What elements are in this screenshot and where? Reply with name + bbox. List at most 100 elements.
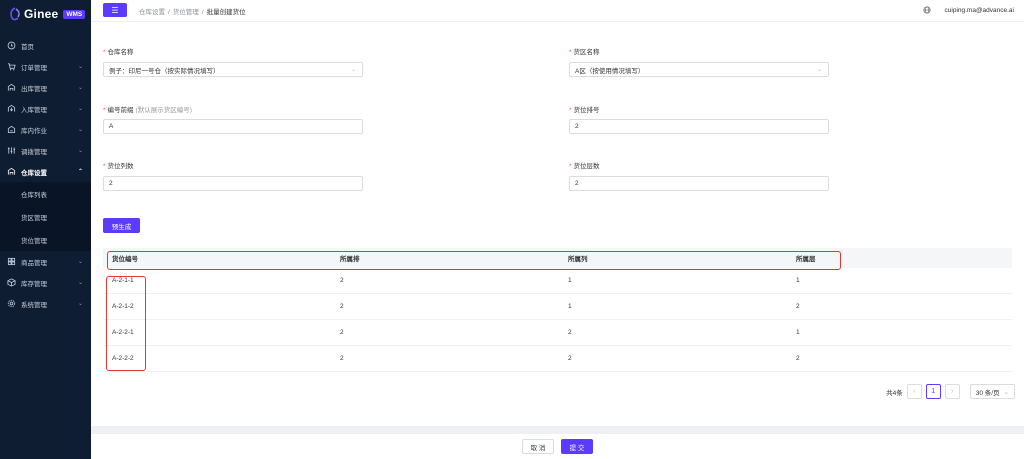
row-number-label-text: 货位排号 — [573, 107, 600, 114]
table-row: A-2-1-2 2 1 2 — [103, 294, 1012, 320]
page-size-value: 30 条/页 — [975, 389, 1000, 397]
breadcrumb-item-warehouse-settings[interactable]: 仓库设置 — [139, 9, 165, 16]
next-page-button[interactable]: › — [944, 384, 960, 399]
inbound-icon — [7, 104, 16, 112]
sidebar-subitem-zone-management[interactable]: 货区管理 — [0, 205, 91, 228]
transfer-icon — [7, 147, 16, 154]
product-icon — [7, 257, 16, 266]
zone-name-label-text: 货区名称 — [573, 49, 600, 56]
prefix-label-text: 编号前缀 — [107, 107, 134, 114]
sidebar-item-transfer[interactable]: 调拨管理 ⌄ — [0, 140, 91, 161]
chevron-down-icon: ⌄ — [77, 259, 83, 265]
row-number-value: 2 — [575, 123, 579, 130]
pre-generate-button[interactable]: 预生成 — [103, 218, 140, 233]
prefix-value: A — [109, 123, 114, 130]
sidebar-item-label: 仓库设置 — [21, 169, 47, 177]
layer-count-input[interactable]: 2 — [569, 176, 829, 191]
sidebar: Ginee WMS 首页 订单管理 ⌄ 出库管理 ⌄ 入库管理 ⌄ 库内作业 ⌄ — [0, 0, 91, 459]
sidebar-submenu-warehouse-settings: 仓库列表 货区管理 货位管理 — [0, 182, 91, 251]
sidebar-nav-lower: 商品管理 ⌄ 库存管理 ⌄ 系统管理 ⌄ — [0, 251, 91, 314]
sidebar-item-label: 首页 — [21, 43, 34, 51]
sidebar-item-label: 出库管理 — [21, 85, 47, 93]
warehouse-name-value: 例子：印尼一号仓（按实际情况填写） — [109, 67, 220, 75]
prefix-hint: (默认展示货区编号) — [135, 107, 192, 114]
cell-layer: 2 — [796, 303, 800, 310]
sidebar-item-home[interactable]: 首页 — [0, 35, 91, 56]
required-mark: * — [569, 107, 572, 114]
warehouse-name-label: * 仓库名称 — [103, 46, 134, 56]
required-mark: * — [103, 107, 106, 114]
table-row: A-2-2-2 2 2 2 — [103, 346, 1012, 372]
gear-icon — [7, 299, 16, 308]
cell-layer: 1 — [796, 329, 800, 336]
page-size-select[interactable]: 30 条/页 ⌄ — [969, 384, 1015, 399]
column-count-value: 2 — [109, 180, 113, 187]
top-header: ☰ 仓库设置 / 货位管理 / 批量创建货位 cuiping.ma@advance.ai — [91, 0, 1024, 22]
cell-row: 2 — [340, 277, 344, 284]
warehouse-task-icon — [7, 125, 16, 134]
chevron-down-icon: ⌄ — [350, 67, 356, 73]
chevron-down-icon: ⌄ — [77, 301, 83, 307]
user-email[interactable]: cuiping.ma@advance.ai — [945, 7, 1014, 14]
sidebar-item-inbound[interactable]: 入库管理 ⌄ — [0, 98, 91, 119]
zone-name-value: A区（按使用情况填写） — [575, 67, 645, 75]
sidebar-item-system[interactable]: 系统管理 ⌄ — [0, 293, 91, 314]
sidebar-item-label: 入库管理 — [21, 106, 47, 114]
sidebar-item-inventory[interactable]: 库存管理 ⌄ — [0, 272, 91, 293]
sidebar-item-orders[interactable]: 订单管理 ⌄ — [0, 56, 91, 77]
chevron-down-icon: ⌄ — [77, 127, 83, 133]
logo[interactable]: Ginee WMS — [0, 0, 91, 28]
sidebar-nav: 首页 订单管理 ⌄ 出库管理 ⌄ 入库管理 ⌄ 库内作业 ⌄ 调拨管理 ⌄ 仓库… — [0, 35, 91, 182]
logo-text: Ginee — [24, 7, 59, 21]
globe-icon[interactable] — [922, 6, 931, 14]
sidebar-item-products[interactable]: 商品管理 ⌄ — [0, 251, 91, 272]
sidebar-item-label: 调拨管理 — [21, 148, 47, 156]
sidebar-subitem-warehouse-list[interactable]: 仓库列表 — [0, 182, 91, 205]
sidebar-subitem-location-management[interactable]: 货位管理 — [0, 228, 91, 251]
cell-layer: 1 — [796, 277, 800, 284]
row-number-input[interactable]: 2 — [569, 119, 829, 134]
column-count-input[interactable]: 2 — [103, 176, 363, 191]
sidebar-item-warehouse-tasks[interactable]: 库内作业 ⌄ — [0, 119, 91, 140]
breadcrumb: 仓库设置 / 货位管理 / 批量创建货位 — [139, 6, 246, 16]
breadcrumb-separator: / — [201, 9, 204, 16]
warehouse-settings-icon — [7, 167, 16, 175]
zone-name-select[interactable]: A区（按使用情况填写） ⌄ — [569, 62, 829, 77]
highlight-location-code-column — [106, 276, 146, 371]
pagination-total: 共4条 — [886, 389, 903, 397]
required-mark: * — [103, 49, 106, 56]
layer-count-label-text: 货位层数 — [573, 163, 600, 170]
cell-row: 2 — [340, 355, 344, 362]
sidebar-subitem-label: 仓库列表 — [21, 191, 47, 199]
sidebar-subitem-label: 货区管理 — [21, 214, 47, 222]
menu-icon: ☰ — [111, 5, 119, 15]
chevron-down-icon: ⌄ — [816, 67, 822, 73]
prefix-label: * 编号前缀 (默认展示货区编号) — [103, 104, 192, 114]
chevron-down-icon: ⌄ — [77, 85, 83, 91]
cancel-button[interactable]: 取 消 — [522, 439, 554, 454]
breadcrumb-item-location-management[interactable]: 货位管理 — [173, 9, 199, 16]
cell-column: 1 — [568, 277, 572, 284]
required-mark: * — [569, 163, 572, 170]
prefix-input[interactable]: A — [103, 119, 363, 134]
required-mark: * — [569, 49, 572, 56]
sidebar-item-label: 系统管理 — [21, 301, 47, 309]
sidebar-item-warehouse-settings[interactable]: 仓库设置 ⌃ — [0, 161, 91, 182]
chevron-down-icon: ⌄ — [77, 148, 83, 154]
page-button-current[interactable]: 1 — [925, 384, 941, 399]
ginee-logo-icon — [10, 7, 20, 21]
sidebar-item-label: 库内作业 — [21, 127, 47, 135]
chevron-down-icon: ⌄ — [77, 106, 83, 112]
outbound-icon — [7, 83, 16, 91]
breadcrumb-separator: / — [168, 9, 170, 16]
prev-page-button[interactable]: ‹ — [906, 384, 922, 399]
submit-button[interactable]: 提 交 — [561, 439, 593, 454]
footer-divider — [91, 426, 1024, 434]
sidebar-item-label: 库存管理 — [21, 280, 47, 288]
menu-toggle-button[interactable]: ☰ — [103, 3, 127, 17]
warehouse-name-select[interactable]: 例子：印尼一号仓（按实际情况填写） ⌄ — [103, 62, 363, 77]
main-content: * 仓库名称 例子：印尼一号仓（按实际情况填写） ⌄ * 货区名称 A区（按使用情况… — [91, 22, 1024, 459]
sidebar-item-outbound[interactable]: 出库管理 ⌄ — [0, 77, 91, 98]
pagination: 共4条 ‹ 1 › 30 条/页 ⌄ — [886, 384, 1015, 399]
form-footer: 取 消 提 交 — [91, 434, 1024, 459]
